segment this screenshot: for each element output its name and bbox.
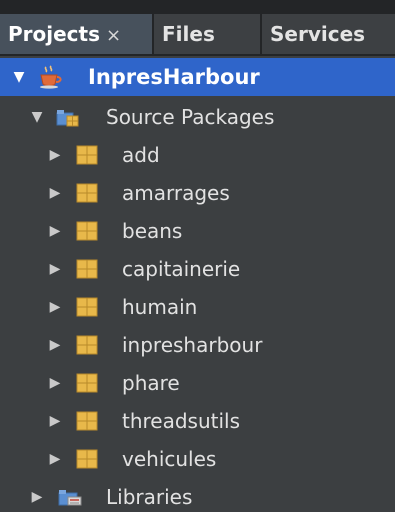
package-label: inpresharbour (122, 333, 263, 357)
tree-node-package[interactable]: ▶ add (0, 136, 395, 174)
tab-projects-label: Projects (8, 22, 101, 46)
tree-node-package[interactable]: ▶ humain (0, 288, 395, 326)
collapsed-arrow-icon[interactable]: ▶ (46, 364, 64, 402)
package-label: add (122, 143, 160, 167)
package-label: threadsutils (122, 409, 241, 433)
package-icon (76, 297, 98, 317)
package-label: vehicules (122, 447, 217, 471)
collapsed-arrow-icon[interactable]: ▶ (46, 326, 64, 364)
package-icon (76, 221, 98, 241)
tree-node-package[interactable]: ▶ threadsutils (0, 402, 395, 440)
tree-node-libraries[interactable]: ▶ Libraries (0, 478, 395, 512)
tree-node-package[interactable]: ▶ capitainerie (0, 250, 395, 288)
tree-node-package[interactable]: ▶ vehicules (0, 440, 395, 478)
source-packages-folder-icon (56, 107, 80, 127)
collapsed-arrow-icon[interactable]: ▶ (46, 402, 64, 440)
close-icon[interactable]: × (106, 25, 121, 46)
libraries-folder-icon (58, 487, 82, 507)
package-label: amarrages (122, 181, 230, 205)
package-label: capitainerie (122, 257, 241, 281)
collapsed-arrow-icon[interactable]: ▶ (46, 250, 64, 288)
package-icon (76, 259, 98, 279)
expand-arrow-icon[interactable]: ▼ (10, 58, 28, 96)
tab-files[interactable]: Files (154, 14, 260, 54)
tree-node-package[interactable]: ▶ amarrages (0, 174, 395, 212)
package-label: beans (122, 219, 183, 243)
tree-node-source-packages[interactable]: ▼ Source Packages (0, 98, 395, 136)
source-packages-label: Source Packages (106, 105, 275, 129)
package-icon (76, 335, 98, 355)
package-icon (76, 183, 98, 203)
tab-services[interactable]: Services (262, 14, 395, 54)
package-icon (76, 411, 98, 431)
package-icon (76, 373, 98, 393)
package-icon (76, 145, 98, 165)
package-label: humain (122, 295, 198, 319)
collapsed-arrow-icon[interactable]: ▶ (46, 440, 64, 478)
expand-arrow-icon[interactable]: ▼ (28, 98, 46, 136)
collapsed-arrow-icon[interactable]: ▶ (46, 174, 64, 212)
tree-node-project[interactable]: ▼ InpresHarbour (0, 58, 395, 96)
collapsed-arrow-icon[interactable]: ▶ (28, 478, 46, 512)
collapsed-arrow-icon[interactable]: ▶ (46, 212, 64, 250)
tab-projects[interactable]: Projects × (0, 14, 152, 54)
package-label: phare (122, 371, 180, 395)
tab-bar: Projects × Files Services (0, 0, 395, 56)
project-name: InpresHarbour (88, 65, 260, 89)
project-tree: ▼ InpresHarbour ▼ Source Packages ▶ add … (0, 56, 395, 512)
projects-panel: Projects × Files Services ▼ InpresHarbour (0, 0, 395, 512)
tab-services-label: Services (270, 22, 366, 46)
libraries-label: Libraries (106, 485, 193, 509)
collapsed-arrow-icon[interactable]: ▶ (46, 288, 64, 326)
collapsed-arrow-icon[interactable]: ▶ (46, 136, 64, 174)
tab-files-label: Files (162, 22, 215, 46)
coffee-cup-project-icon (38, 65, 64, 89)
tree-node-package[interactable]: ▶ inpresharbour (0, 326, 395, 364)
tree-node-package[interactable]: ▶ beans (0, 212, 395, 250)
tree-node-package[interactable]: ▶ phare (0, 364, 395, 402)
package-icon (76, 449, 98, 469)
